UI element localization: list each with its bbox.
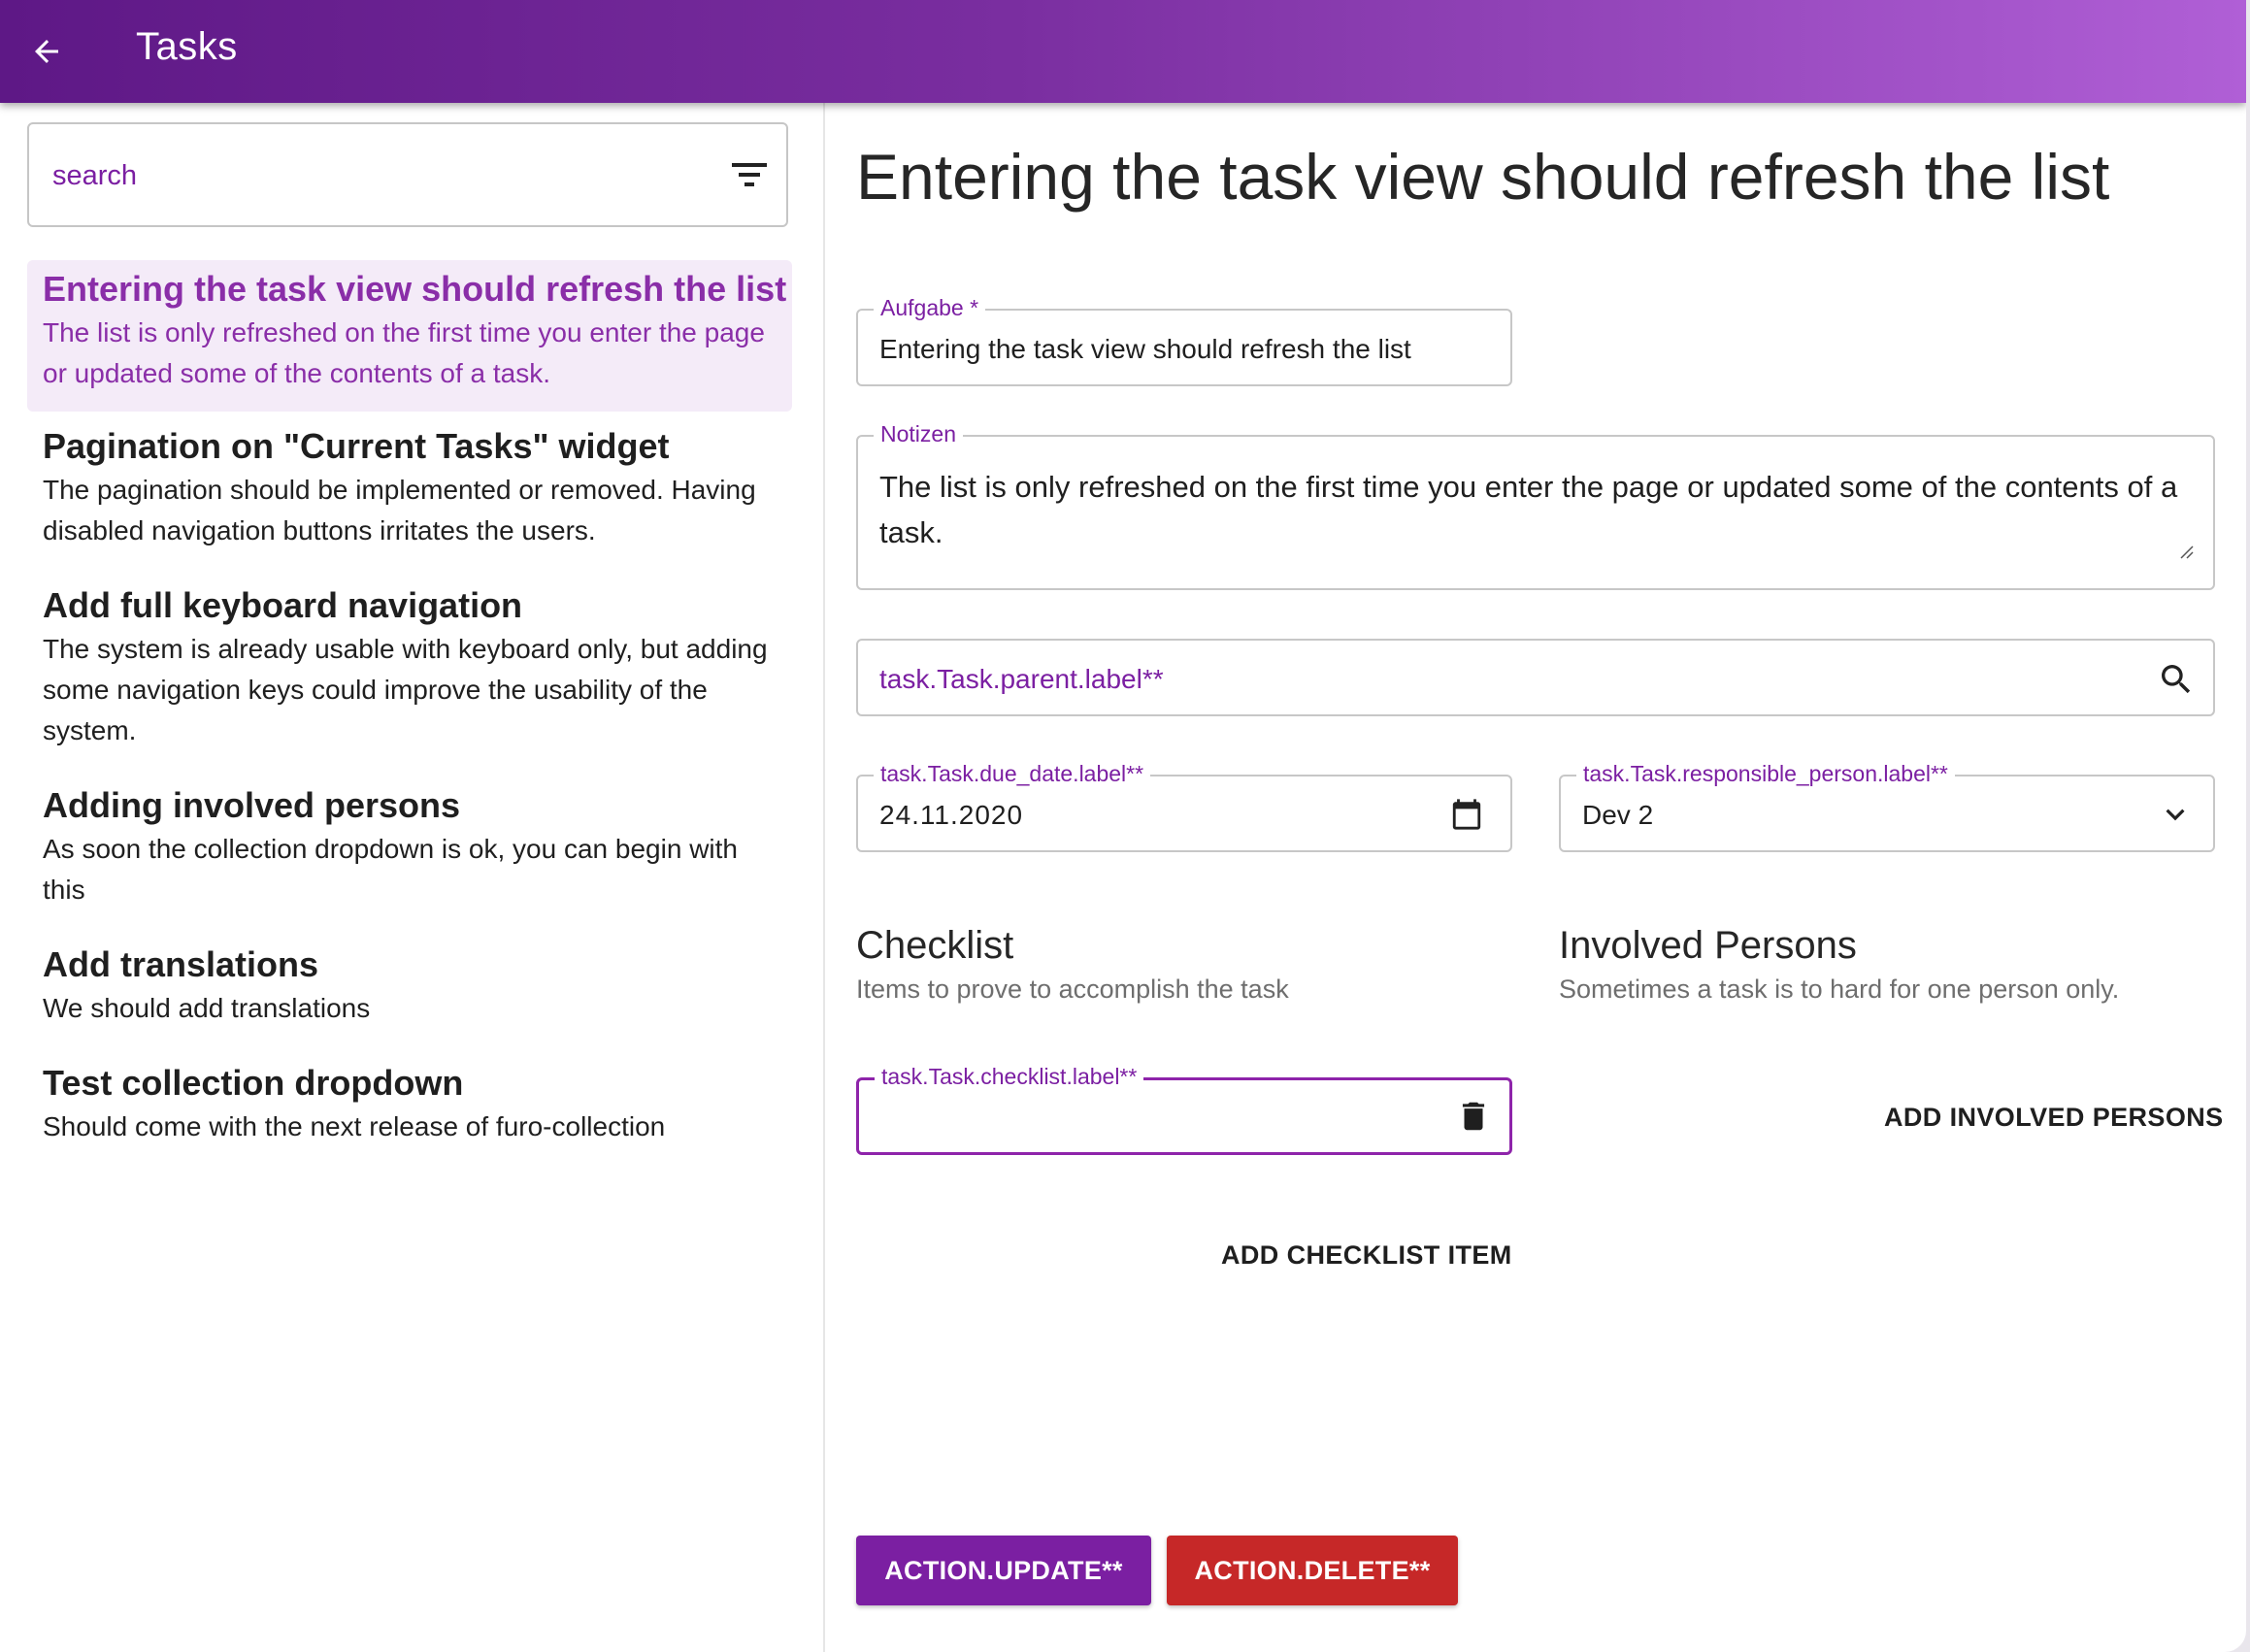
filter-icon — [732, 163, 767, 186]
due-date-label: task.Task.due_date.label** — [874, 760, 1151, 787]
task-list-item[interactable]: Add full keyboard navigation The system … — [27, 582, 792, 751]
calendar-icon — [1452, 799, 1481, 830]
task-list-item[interactable]: Adding involved persons As soon the coll… — [27, 782, 792, 910]
aufgabe-value: Entering the task view should refresh th… — [879, 334, 1411, 364]
add-checklist-item-button[interactable]: ADD CHECKLIST ITEM — [1221, 1240, 1512, 1271]
search-icon — [2162, 665, 2191, 694]
task-list-item[interactable]: Pagination on "Current Tasks" widget The… — [27, 423, 792, 551]
top-app-bar: Tasks — [0, 0, 2246, 103]
aufgabe-label: Aufgabe * — [874, 294, 986, 321]
responsible-person-label: task.Task.responsible_person.label** — [1576, 760, 1955, 787]
parent-field[interactable]: task.Task.parent.label** — [856, 639, 2215, 716]
task-item-description: As soon the collection dropdown is ok, y… — [43, 834, 738, 905]
checklist-title: Checklist — [856, 924, 1014, 967]
task-item-title: Pagination on "Current Tasks" widget — [43, 426, 670, 466]
back-button[interactable] — [14, 18, 80, 84]
page-title: Entering the task view should refresh th… — [856, 141, 2110, 213]
responsible-person-value: Dev 2 — [1582, 800, 1654, 830]
due-date-value: 24.11.2020 — [879, 800, 1024, 830]
due-date-field[interactable]: task.Task.due_date.label** 24.11.2020 — [856, 760, 1512, 852]
delete-button[interactable]: ACTION.DELETE** — [1167, 1536, 1458, 1605]
chevron-down-icon — [2166, 809, 2185, 821]
task-item-title: Entering the task view should refresh th… — [43, 269, 787, 309]
task-list-item[interactable]: Test collection dropdown Should come wit… — [27, 1060, 792, 1147]
notizen-field[interactable]: Notizen The list is only refreshed on th… — [856, 420, 2215, 590]
task-item-description: We should add translations — [43, 993, 371, 1023]
search-input[interactable] — [50, 153, 695, 198]
dropdown-toggle[interactable] — [2157, 796, 2194, 838]
involved-persons-title: Involved Persons — [1559, 924, 1857, 967]
add-involved-persons-button[interactable]: ADD INVOLVED PERSONS — [1884, 1103, 2224, 1133]
task-list-item[interactable]: Entering the task view should refresh th… — [27, 260, 792, 412]
task-list-panel: Entering the task view should refresh th… — [0, 103, 825, 1652]
task-list-item[interactable]: Add translations We should add translati… — [27, 942, 792, 1029]
involved-persons-subtitle: Sometimes a task is to hard for one pers… — [1559, 975, 2120, 1004]
arrow-left-icon — [35, 40, 58, 63]
delete-checklist-item-button[interactable] — [1455, 1098, 1492, 1140]
aufgabe-field[interactable]: Aufgabe * Entering the task view should … — [856, 294, 1512, 386]
checklist-item-field[interactable]: task.Task.checklist.label** — [856, 1063, 1512, 1155]
task-item-title: Test collection dropdown — [43, 1063, 464, 1103]
task-item-description: The pagination should be implemented or … — [43, 475, 756, 545]
task-item-description: Should come with the next release of fur… — [43, 1111, 666, 1141]
date-picker-button[interactable] — [1450, 798, 1483, 836]
task-item-title: Add translations — [43, 944, 319, 984]
task-item-description: The system is already usable with keyboa… — [43, 634, 768, 745]
parent-placeholder: task.Task.parent.label** — [879, 664, 1164, 694]
filter-button[interactable] — [728, 155, 771, 194]
checklist-subtitle: Items to prove to accomplish the task — [856, 975, 1289, 1004]
app-window: Tasks Entering the task view should refr… — [0, 0, 2246, 1652]
task-item-title: Adding involved persons — [43, 785, 461, 825]
trash-icon — [1462, 1102, 1485, 1131]
resize-handle-icon[interactable] — [2178, 544, 2194, 559]
update-button[interactable]: ACTION.UPDATE** — [856, 1536, 1151, 1605]
task-item-description: The list is only refreshed on the first … — [43, 317, 765, 388]
search-field — [27, 122, 788, 227]
responsible-person-select[interactable]: task.Task.responsible_person.label** Dev… — [1559, 760, 2215, 852]
task-detail-panel: Entering the task view should refresh th… — [825, 103, 2246, 1652]
app-title: Tasks — [136, 25, 238, 68]
notizen-label: Notizen — [874, 420, 963, 447]
checklist-item-label: task.Task.checklist.label** — [875, 1063, 1144, 1090]
task-item-title: Add full keyboard navigation — [43, 585, 523, 625]
search-button[interactable] — [2157, 660, 2196, 704]
notizen-textarea: The list is only refreshed on the first … — [879, 470, 2178, 549]
